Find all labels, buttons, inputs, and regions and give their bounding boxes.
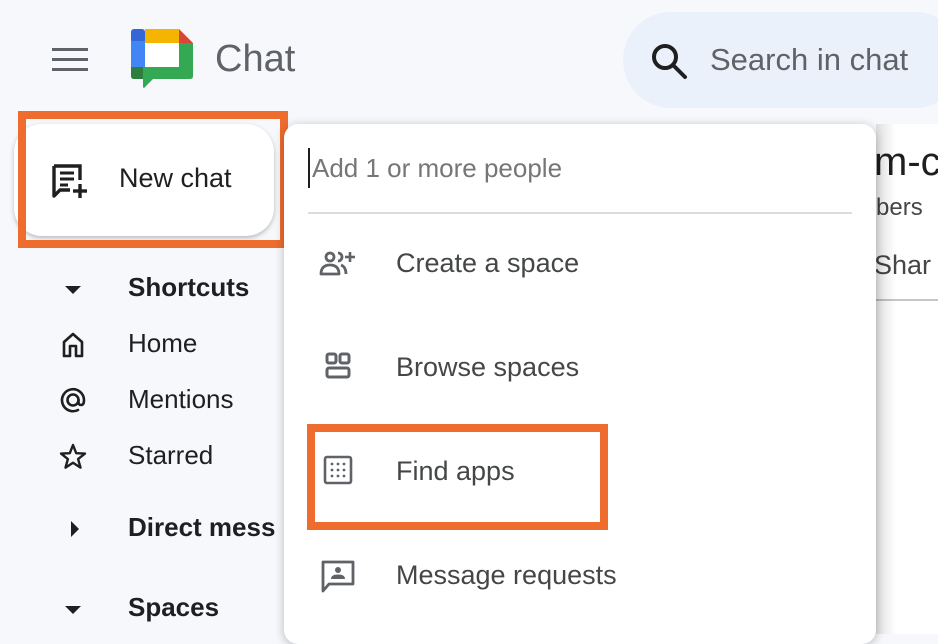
sidebar-item-mentions[interactable]: Mentions — [0, 378, 284, 422]
app-title: Chat — [215, 38, 296, 80]
message-request-icon — [321, 560, 355, 593]
menu-item-label: Find apps — [396, 456, 515, 486]
menu-item-message-requests[interactable]: Message requests — [300, 542, 860, 612]
dropdown-divider — [308, 212, 852, 214]
apps-grid-icon — [323, 455, 353, 485]
group-add-icon — [319, 251, 355, 276]
at-icon — [60, 387, 86, 413]
menu-item-create-space[interactable]: Create a space — [300, 230, 860, 300]
caret-right-icon — [71, 521, 79, 537]
caret-down-icon — [65, 606, 81, 614]
sidebar-section-label: Direct mess — [128, 512, 276, 542]
main-menu-button[interactable] — [50, 44, 90, 76]
caret-down-icon — [65, 286, 81, 294]
star-icon — [59, 443, 87, 469]
add-people-input[interactable] — [308, 148, 852, 188]
menu-item-browse-spaces[interactable]: Browse spaces — [300, 334, 860, 404]
sidebar-item-label: Mentions — [128, 384, 234, 414]
google-chat-logo — [131, 29, 193, 88]
menu-item-find-apps[interactable]: Find apps — [300, 438, 860, 508]
home-icon — [62, 332, 84, 358]
sidebar-item-home[interactable]: Home — [0, 322, 284, 366]
sidebar-section-direct-messages[interactable]: Direct mess — [0, 506, 284, 550]
new-chat-icon — [52, 164, 87, 198]
sidebar-section-label: Shortcuts — [128, 272, 250, 302]
panel-shadow — [876, 124, 896, 634]
menu-item-label: Create a space — [396, 248, 580, 278]
sidebar-item-label: Home — [128, 328, 198, 358]
search-icon[interactable] — [650, 42, 688, 80]
sidebar-section-label: Spaces — [128, 592, 220, 622]
sidebar-item-label: Starred — [128, 440, 214, 470]
sidebar: Shortcuts Home Mentions Starred Direct m… — [0, 250, 284, 634]
sidebar-item-starred[interactable]: Starred — [0, 434, 284, 478]
browse-spaces-icon — [325, 352, 351, 379]
new-chat-label: New chat — [119, 163, 232, 193]
menu-item-label: Message requests — [396, 560, 617, 590]
sidebar-section-shortcuts[interactable]: Shortcuts — [0, 266, 284, 310]
sidebar-section-spaces[interactable]: Spaces — [0, 586, 284, 630]
search-input[interactable] — [710, 40, 938, 80]
menu-item-label: Browse spaces — [396, 352, 580, 382]
